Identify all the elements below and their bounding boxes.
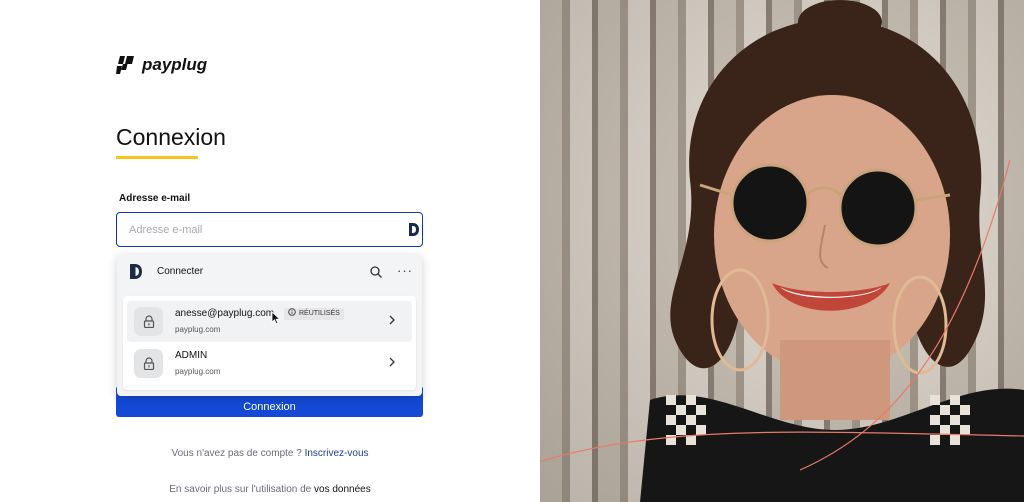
info-icon [288, 307, 296, 321]
data-info-line: En savoir plus sur l'utilisation de vos … [0, 484, 540, 495]
reused-badge-label: RÉUTILISÉS [299, 310, 340, 317]
autofill-popup: Connecter ··· anesse@payplug.com RÉUTILI… [117, 255, 422, 396]
hero-photo [540, 0, 1024, 502]
email-field[interactable] [116, 212, 423, 247]
lock-icon [134, 307, 163, 336]
email-label: Adresse e-mail [119, 193, 191, 204]
credential-username: anesse@payplug.com [175, 308, 275, 319]
lock-icon [134, 349, 163, 378]
more-icon[interactable]: ··· [397, 263, 413, 278]
title-underline [116, 156, 198, 159]
dashlane-logo-icon [130, 264, 142, 279]
chevron-right-icon [388, 314, 396, 328]
dashlane-field-icon[interactable] [408, 223, 420, 236]
payplug-logo-icon [116, 56, 136, 74]
data-info-link[interactable]: vos données [314, 484, 371, 495]
chevron-right-icon [388, 356, 396, 370]
credential-username: ADMIN [175, 350, 208, 361]
credential-list: anesse@payplug.com RÉUTILISÉS payplug.co… [123, 296, 416, 390]
credential-item[interactable]: anesse@payplug.com RÉUTILISÉS payplug.co… [127, 301, 412, 342]
signup-prefix: Vous n'avez pas de compte ? [171, 448, 302, 459]
brand-name: payplug [142, 55, 208, 74]
credential-item[interactable]: ADMIN payplug.com [127, 343, 412, 384]
credential-domain: payplug.com [175, 367, 221, 376]
autofill-title: Connecter [157, 266, 204, 277]
signup-link[interactable]: Inscrivez-vous [305, 448, 369, 459]
autofill-header: Connecter ··· [117, 255, 422, 291]
reused-badge: RÉUTILISÉS [284, 307, 344, 321]
search-icon[interactable] [369, 265, 383, 279]
credential-domain: payplug.com [175, 325, 221, 334]
payplug-logo: payplug [116, 55, 207, 75]
info-prefix: En savoir plus sur l'utilisation de [169, 484, 312, 495]
woman-portrait-illustration [540, 0, 1024, 502]
login-panel: payplug Connexion Adresse e-mail Connexi… [0, 0, 540, 502]
mouse-cursor-icon [271, 311, 281, 325]
signup-prompt: Vous n'avez pas de compte ? Inscrivez-vo… [0, 448, 540, 459]
page-title: Connexion [116, 124, 226, 150]
